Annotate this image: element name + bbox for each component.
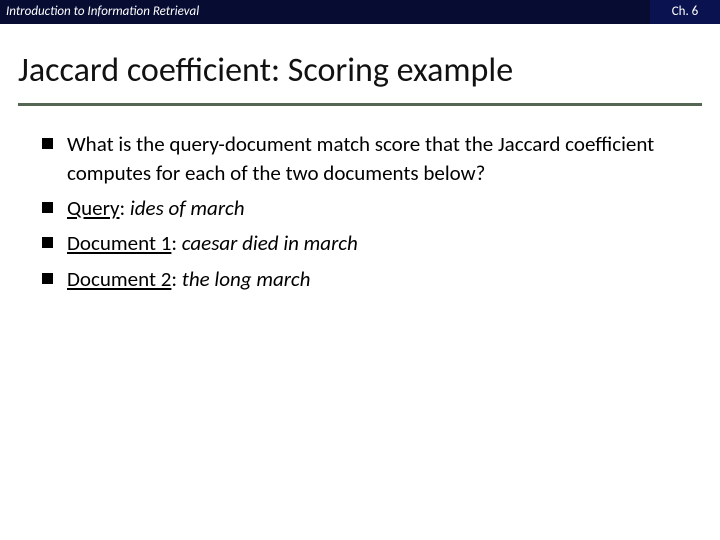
bullet-item: Document 2: the long march	[42, 265, 690, 293]
bullet-label: Document 2	[67, 266, 171, 292]
square-bullet-icon	[42, 273, 53, 284]
bullet-item: Query: ides of march	[42, 194, 690, 222]
bullet-sep: :	[171, 266, 181, 292]
bullet-sep: :	[120, 195, 130, 221]
bullet-label: Document 1	[67, 230, 171, 256]
title-container: Jaccard coefficient: Scoring example	[0, 24, 720, 97]
square-bullet-icon	[42, 138, 53, 149]
slide-header: Introduction to Information Retrieval Ch…	[0, 0, 720, 24]
bullet-item: Document 1: caesar died in march	[42, 229, 690, 257]
course-title: Introduction to Information Retrieval	[0, 0, 650, 24]
bullet-item: What is the query-document match score t…	[42, 130, 690, 187]
bullet-sep: :	[171, 230, 181, 256]
chapter-label: Ch. 6	[650, 0, 720, 24]
slide-body: What is the query-document match score t…	[0, 106, 720, 293]
bullet-value: the long march	[182, 266, 311, 292]
square-bullet-icon	[42, 202, 53, 213]
bullet-text: Document 1: caesar died in march	[67, 229, 358, 257]
bullet-text: Query: ides of march	[67, 194, 245, 222]
bullet-label: Query	[67, 195, 120, 221]
slide-title: Jaccard coefficient: Scoring example	[18, 52, 702, 89]
bullet-value: ides of march	[130, 195, 245, 221]
bullet-value: caesar died in march	[182, 230, 358, 256]
bullet-text: Document 2: the long march	[67, 265, 310, 293]
square-bullet-icon	[42, 237, 53, 248]
bullet-text: What is the query-document match score t…	[67, 130, 690, 187]
